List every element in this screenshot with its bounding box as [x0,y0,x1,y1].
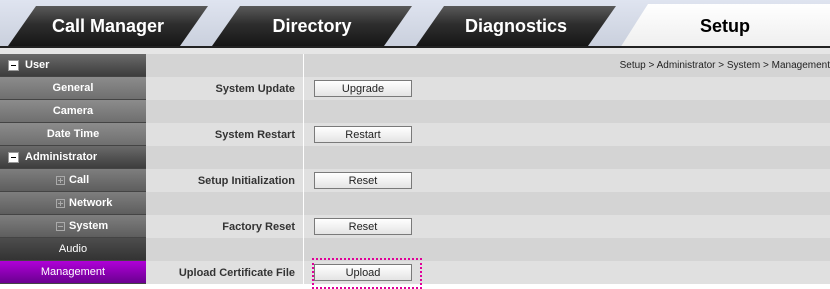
tab-label: Call Manager [51,15,165,36]
main-content: Setup > Administrator > System > Managem… [146,54,830,289]
focus-outline [312,258,422,289]
tab-setup[interactable]: Setup [620,4,830,48]
row-value: Setup > Administrator > System > Managem… [304,54,830,77]
setup-reset-button[interactable]: Reset [314,172,412,189]
spacer-row [146,100,830,123]
collapse-icon[interactable] [56,221,65,231]
row-value [304,192,830,215]
factory-reset-row: Factory Reset Reset [146,215,830,238]
system-restart-row: System Restart Restart [146,123,830,146]
row-value: Restart [304,123,830,146]
sidebar-item-camera[interactable]: Camera [0,100,146,123]
sidebar-item-label: System [69,220,109,232]
row-value: Reset [304,215,830,238]
row-label: Factory Reset [146,215,304,238]
sidebar: User General Camera Date Time Administra… [0,54,146,284]
tab-diagnostics[interactable]: Diagnostics [416,6,616,46]
sidebar-item-audio[interactable]: Audio [0,238,146,261]
sidebar-item-label: Audio [58,243,88,255]
tab-bar: Call Manager Directory Diagnostics Setup [0,0,830,48]
expand-icon[interactable] [56,198,65,208]
expand-icon[interactable] [56,175,65,185]
sidebar-item-administrator[interactable]: Administrator [0,146,146,169]
collapse-icon[interactable] [8,151,19,163]
row-value: Upload [304,258,830,289]
tab-label: Directory [272,15,352,36]
row-label: System Update [146,77,304,100]
sidebar-item-label: Administrator [25,151,98,163]
sidebar-item-label: Date Time [46,128,100,140]
row-value: Reset [304,169,830,192]
row-label: System Restart [146,123,304,146]
sidebar-item-label: Network [69,197,113,209]
sidebar-item-label: User [25,59,50,71]
sidebar-item-network[interactable]: Network [0,192,146,215]
row-label [146,238,304,261]
upgrade-button[interactable]: Upgrade [314,80,412,97]
spacer-row [146,238,830,261]
factory-reset-button[interactable]: Reset [314,218,412,235]
sidebar-item-label: Management [40,266,106,278]
row-value: Upgrade [304,77,830,100]
row-label: Setup Initialization [146,169,304,192]
sidebar-item-label: Camera [52,105,94,117]
row-value [304,100,830,123]
sidebar-item-call[interactable]: Call [0,169,146,192]
row-label [146,192,304,215]
restart-button[interactable]: Restart [314,126,412,143]
tab-label: Diagnostics [464,15,568,36]
sidebar-item-date-time[interactable]: Date Time [0,123,146,146]
row-value [304,146,830,169]
row-label: Upload Certificate File [146,261,304,284]
tab-directory[interactable]: Directory [212,6,412,46]
row-label [146,100,304,123]
spacer-row [146,146,830,169]
setup-initialization-row: Setup Initialization Reset [146,169,830,192]
breadcrumb-row: Setup > Administrator > System > Managem… [146,54,830,77]
sidebar-item-label: General [52,82,94,94]
sidebar-item-user[interactable]: User [0,54,146,77]
row-label [146,54,304,77]
sidebar-item-management[interactable]: Management [0,261,146,284]
system-update-row: System Update Upgrade [146,77,830,100]
spacer-row [146,192,830,215]
sidebar-item-system[interactable]: System [0,215,146,238]
sidebar-item-label: Call [69,174,90,186]
collapse-icon[interactable] [8,59,19,71]
row-label [146,146,304,169]
tab-label: Setup [699,15,750,36]
tab-call-manager[interactable]: Call Manager [8,6,208,46]
upload-certificate-row: Upload Certificate File Upload [146,258,830,289]
sidebar-item-general[interactable]: General [0,77,146,100]
breadcrumb: Setup > Administrator > System > Managem… [619,60,830,71]
